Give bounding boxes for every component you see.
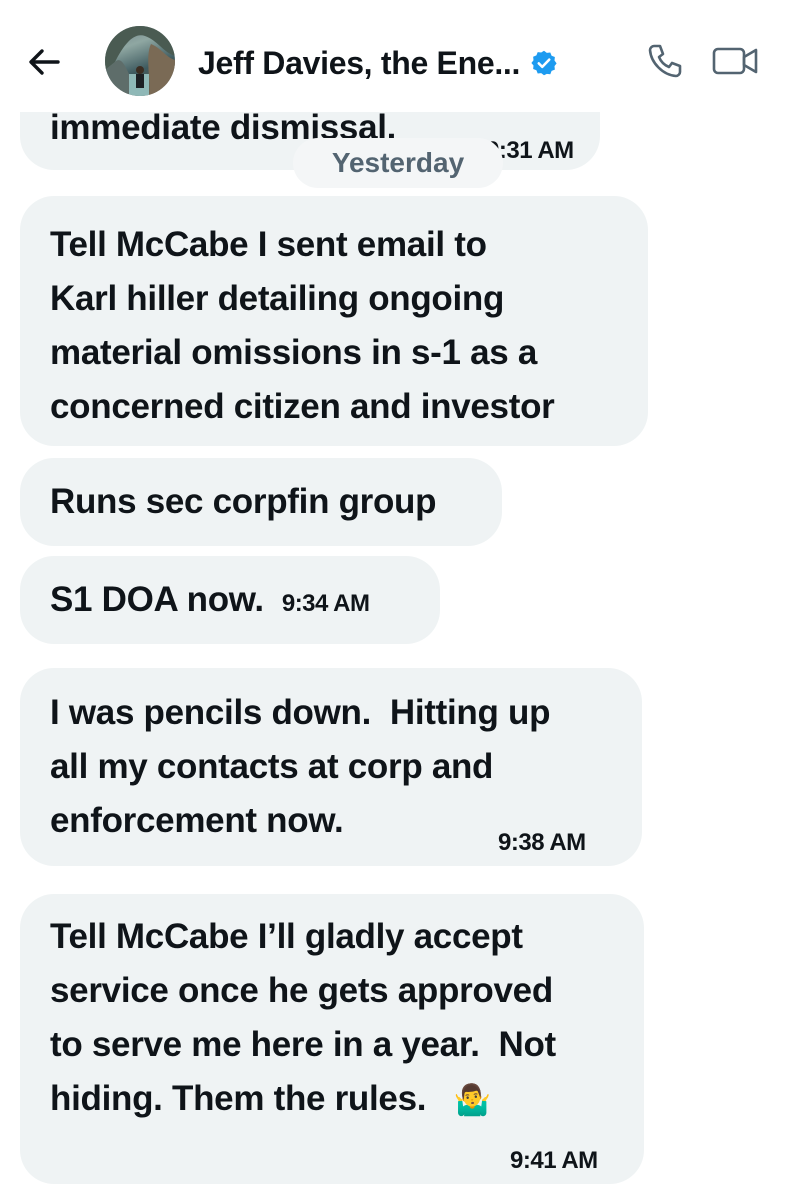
message-line: to serve me here in a year. Not (50, 1025, 556, 1064)
message-line: Runs sec corpfin group (50, 482, 437, 521)
verified-badge-icon (530, 48, 560, 78)
message-timestamp: 9:34 AM (281, 590, 370, 617)
message-line: S1 DOA now. (50, 580, 264, 619)
video-camera-icon (712, 47, 758, 75)
message-bubble[interactable]: S1 DOA now. 9:34 AM (20, 556, 440, 644)
message-line: Tell McCabe I sent email to (50, 225, 487, 264)
message-bubble[interactable]: Tell McCabe I sent email to Karl hiller … (20, 196, 648, 446)
message-bubble[interactable]: I was pencils down. Hitting up all my co… (20, 668, 642, 866)
message-timestamp: 9:38 AM (498, 829, 586, 856)
message-line: concerned citizen and investor (50, 387, 555, 426)
back-button[interactable] (22, 40, 66, 84)
message-line: material omissions in s-1 as a (50, 333, 538, 372)
avatar[interactable] (105, 26, 175, 96)
video-call-button[interactable] (708, 38, 762, 84)
message-bubble[interactable]: Runs sec corpfin group (20, 458, 502, 546)
message-line: hiding. Them the rules. (50, 1079, 427, 1118)
call-button[interactable] (642, 38, 688, 84)
message-bubble[interactable]: Tell McCabe I’ll gladly accept service o… (20, 894, 644, 1184)
message-line: I was pencils down. Hitting up (50, 693, 551, 732)
contact-name[interactable]: Jeff Davies, the Ene... (198, 45, 520, 82)
message-timestamp: 9:41 AM (510, 1147, 598, 1174)
message-line: Karl hiller detailing ongoing (50, 279, 505, 318)
date-separator: Yesterday (293, 138, 503, 188)
message-line: Tell McCabe I’ll gladly accept (50, 917, 523, 956)
conversation-header: Jeff Davies, the Ene... (0, 0, 796, 112)
message-line: all my contacts at corp and (50, 747, 494, 786)
arrow-left-icon (29, 49, 60, 75)
message-line: service once he gets approved (50, 971, 553, 1010)
shrug-emoji: 🤷‍♂️ (453, 1083, 491, 1117)
phone-icon (648, 44, 682, 78)
